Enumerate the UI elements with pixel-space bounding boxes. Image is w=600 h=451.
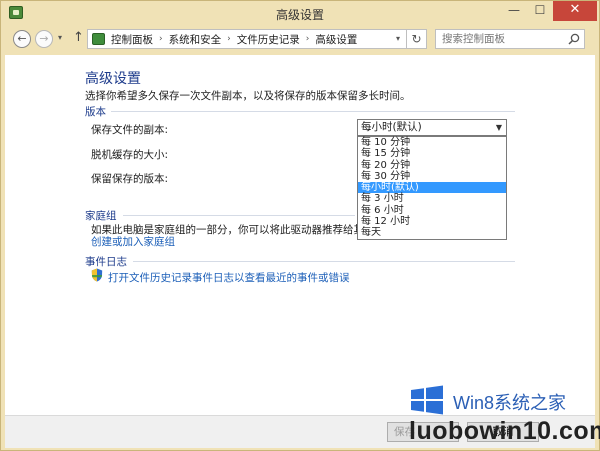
- dropdown-option[interactable]: 每 6 小时: [358, 205, 506, 216]
- watermark-brand: Win8系统之家: [453, 393, 567, 413]
- dropdown-option[interactable]: 每 30 分钟: [358, 171, 506, 182]
- title-bar: 高级设置 — ☐ ✕: [1, 1, 599, 25]
- minimize-button[interactable]: —: [501, 1, 527, 21]
- address-dropdown-chevron-icon[interactable]: ▾: [389, 29, 407, 49]
- page-description: 选择你希望多久保存一次文件副本，以及将保存的版本保留多长时间。: [85, 90, 411, 102]
- divider: [133, 261, 515, 262]
- chevron-down-icon: ▼: [495, 123, 502, 132]
- dropdown-option[interactable]: 每 10 分钟: [358, 137, 506, 148]
- offline-cache-label: 脱机缓存的大小:: [91, 149, 169, 161]
- dropdown-option[interactable]: 每 12 小时: [358, 216, 506, 227]
- section-homegroup: 家庭组: [85, 210, 117, 222]
- save-copies-label: 保存文件的副本:: [91, 124, 169, 136]
- section-versions: 版本: [85, 106, 106, 118]
- open-event-log-link[interactable]: 打开文件历史记录事件日志以查看最近的事件或错误: [108, 270, 350, 285]
- shield-icon: [91, 268, 103, 282]
- dropdown-option[interactable]: 每 15 分钟: [358, 148, 506, 159]
- save-copies-dropdown-list[interactable]: 每 10 分钟 每 15 分钟 每 20 分钟 每 30 分钟 每小时(默认) …: [357, 136, 507, 240]
- dropdown-option[interactable]: 每天: [358, 227, 506, 238]
- breadcrumb-item[interactable]: 文件历史记录: [237, 32, 300, 47]
- windows-logo-icon: [411, 385, 443, 415]
- keep-versions-label: 保留保存的版本:: [91, 173, 169, 185]
- back-button[interactable]: ←: [13, 30, 31, 48]
- divider: [123, 215, 355, 216]
- save-copies-select-value: 每小时(默认): [361, 121, 422, 133]
- breadcrumb-separator-icon: ›: [159, 34, 163, 44]
- watermark-url: luobowin10.com: [409, 417, 600, 445]
- breadcrumb-item[interactable]: 系统和安全: [169, 32, 222, 47]
- breadcrumb-item[interactable]: 高级设置: [315, 32, 357, 47]
- recent-locations-chevron-icon[interactable]: ▾: [58, 33, 62, 42]
- search-input[interactable]: [435, 29, 585, 49]
- forward-button[interactable]: →: [35, 30, 53, 48]
- breadcrumb-separator-icon: ›: [227, 34, 231, 44]
- refresh-button[interactable]: ↻: [407, 29, 427, 49]
- page-title: 高级设置: [85, 71, 141, 87]
- main-panel: 高级设置 选择你希望多久保存一次文件副本，以及将保存的版本保留多长时间。 版本 …: [5, 55, 595, 415]
- breadcrumb-item[interactable]: 控制面板: [111, 32, 153, 47]
- maximize-button[interactable]: ☐: [527, 1, 553, 21]
- save-copies-select[interactable]: 每小时(默认) ▼: [357, 119, 507, 136]
- section-event-log: 事件日志: [85, 256, 127, 268]
- window: 高级设置 — ☐ ✕ ← → ▾ ↑ 控制面板 › 系统和安全 › 文件历史记录…: [0, 0, 600, 451]
- up-button[interactable]: ↑: [73, 30, 84, 45]
- dropdown-option-selected[interactable]: 每小时(默认): [358, 182, 506, 194]
- dropdown-option[interactable]: 每 20 分钟: [358, 160, 506, 171]
- create-homegroup-link[interactable]: 创建或加入家庭组: [91, 234, 175, 249]
- search-icon[interactable]: [567, 32, 581, 46]
- breadcrumb[interactable]: 控制面板 › 系统和安全 › 文件历史记录 › 高级设置: [87, 29, 407, 49]
- dropdown-option[interactable]: 每 3 小时: [358, 193, 506, 204]
- divider: [111, 111, 515, 112]
- close-button[interactable]: ✕: [553, 1, 597, 21]
- breadcrumb-separator-icon: ›: [305, 34, 310, 44]
- control-panel-icon: [92, 33, 105, 45]
- address-bar: ← → ▾ ↑ 控制面板 › 系统和安全 › 文件历史记录 › 高级设置 ▾ ↻: [1, 25, 599, 53]
